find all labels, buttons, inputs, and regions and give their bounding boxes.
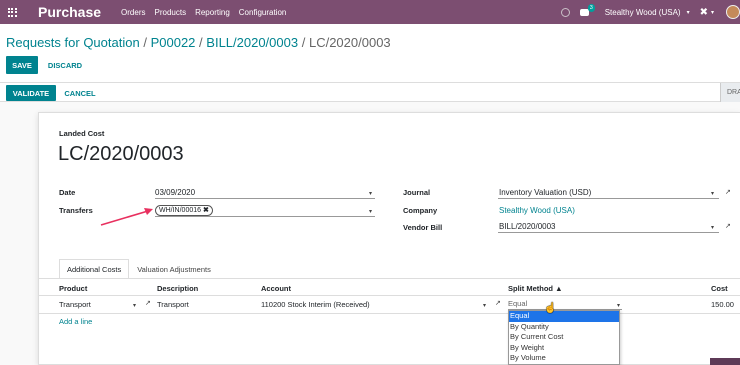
table-row-divider xyxy=(39,313,740,314)
breadcrumb-current: LC/2020/0003 xyxy=(308,35,391,50)
user-avatar[interactable] xyxy=(726,5,740,19)
close-icon[interactable]: ✖ xyxy=(203,206,209,215)
chevron-down-icon: ▾ xyxy=(710,9,714,16)
split-method-options: Equal By Quantity By Current Cost By Wei… xyxy=(508,310,620,365)
app-title[interactable]: Purchase xyxy=(38,4,101,20)
vendor-bill-field[interactable]: BILL/2020/0003 xyxy=(498,221,719,233)
column-header-product[interactable]: Product xyxy=(59,284,87,293)
status-draft[interactable]: DRA xyxy=(720,83,740,102)
transfer-tag[interactable]: WH/IN/00016 ✖ xyxy=(155,205,213,216)
form-statusbar: Validate Cancel DRA xyxy=(0,82,740,102)
tab-valuation-adjustments[interactable]: Valuation Adjustments xyxy=(129,259,219,279)
chevron-down-icon[interactable]: ▾ xyxy=(483,302,486,309)
main-menu: Orders Products Reporting Configuration xyxy=(121,8,286,17)
date-field[interactable]: 03/09/2020 xyxy=(155,187,375,199)
table-header-divider xyxy=(39,295,740,296)
column-header-description[interactable]: Description xyxy=(157,284,198,293)
option-by-quantity[interactable]: By Quantity xyxy=(509,322,619,333)
debug-tools-icon[interactable]: ✖ xyxy=(700,7,708,18)
split-method-select[interactable]: Equal ▾ xyxy=(508,298,622,310)
menu-reporting[interactable]: Reporting xyxy=(195,8,230,17)
breadcrumb-po[interactable]: P00022 xyxy=(151,35,196,50)
form-section-label: Landed Cost xyxy=(59,129,105,138)
hand-cursor-icon: ☝ xyxy=(544,303,557,314)
breadcrumb-separator: / xyxy=(143,35,147,50)
chat-window-tab[interactable] xyxy=(710,358,740,365)
chevron-down-icon: ▾ xyxy=(686,9,690,16)
breadcrumb-bill[interactable]: BILL/2020/0003 xyxy=(206,35,298,50)
top-navbar: Purchase Orders Products Reporting Confi… xyxy=(0,0,740,24)
column-header-cost[interactable]: Cost xyxy=(711,284,728,293)
cancel-button[interactable]: Cancel xyxy=(62,85,98,101)
apps-menu-icon[interactable] xyxy=(0,0,24,24)
option-by-current-cost[interactable]: By Current Cost xyxy=(509,332,619,343)
tab-additional-costs[interactable]: Additional Costs xyxy=(59,259,130,279)
notebook-tabs: Additional Costs Valuation Adjustments xyxy=(59,259,219,279)
chevron-down-icon[interactable]: ▾ xyxy=(711,190,714,197)
company-value[interactable]: Stealthy Wood (USA) xyxy=(499,206,575,215)
option-by-volume[interactable]: By Volume xyxy=(509,353,619,364)
save-button[interactable]: Save xyxy=(6,56,38,74)
vendor-bill-value: BILL/2020/0003 xyxy=(499,222,556,231)
row-product-value[interactable]: Transport xyxy=(59,300,91,309)
annotation-arrow-icon xyxy=(100,208,153,226)
transfer-tag-label: WH/IN/00016 xyxy=(159,207,202,214)
breadcrumb: Requests for Quotation / P00022 / BILL/2… xyxy=(6,35,391,50)
external-link-icon[interactable]: ↗ xyxy=(725,188,731,196)
validate-button[interactable]: Validate xyxy=(6,85,56,101)
transfers-label: Transfers xyxy=(59,206,93,215)
menu-configuration[interactable]: Configuration xyxy=(239,8,287,17)
chat-count-badge: 3 xyxy=(587,3,595,12)
navbar-systray: 3 Stealthy Wood (USA) ▾ ✖ ▾ xyxy=(560,0,740,24)
option-by-weight[interactable]: By Weight xyxy=(509,343,619,354)
journal-label: Journal xyxy=(403,188,431,197)
company-label: Company xyxy=(403,206,438,215)
row-cost-value[interactable]: 150.00 xyxy=(711,300,734,309)
journal-value: Inventory Valuation (USD) xyxy=(499,188,592,197)
journal-field[interactable]: Inventory Valuation (USD) xyxy=(498,187,719,199)
breadcrumb-separator: / xyxy=(199,35,203,50)
breadcrumb-rfq[interactable]: Requests for Quotation xyxy=(6,35,140,50)
messaging-menu[interactable]: 3 xyxy=(579,3,595,16)
external-link-icon[interactable]: ↗ xyxy=(145,299,151,307)
activity-clock-icon[interactable] xyxy=(560,7,570,17)
tabs-divider xyxy=(39,278,740,279)
column-header-account[interactable]: Account xyxy=(261,284,291,293)
split-method-current: Equal xyxy=(508,299,528,308)
breadcrumb-separator: / xyxy=(301,35,306,50)
form-sheet: Landed Cost LC/2020/0003 Date 03/09/2020… xyxy=(38,112,740,365)
date-value: 03/09/2020 xyxy=(155,188,196,197)
date-label: Date xyxy=(59,188,76,197)
column-header-split-method[interactable]: Split Method ▲ xyxy=(508,284,563,293)
add-line-link[interactable]: Add a line xyxy=(59,317,92,326)
row-account-value[interactable]: 110200 Stock Interim (Received) xyxy=(261,300,370,309)
row-description-value[interactable]: Transport xyxy=(157,300,189,309)
company-switcher[interactable]: Stealthy Wood (USA) xyxy=(605,8,681,17)
record-name: LC/2020/0003 xyxy=(58,143,184,165)
discard-button[interactable]: Discard xyxy=(44,56,86,74)
menu-products[interactable]: Products xyxy=(155,8,187,17)
chevron-down-icon[interactable]: ▾ xyxy=(133,302,136,309)
external-link-icon[interactable]: ↗ xyxy=(495,299,501,307)
menu-orders[interactable]: Orders xyxy=(121,8,145,17)
chevron-down-icon[interactable]: ▾ xyxy=(369,208,372,215)
chevron-down-icon[interactable]: ▾ xyxy=(369,190,372,197)
option-equal[interactable]: Equal xyxy=(509,311,619,322)
chevron-down-icon[interactable]: ▾ xyxy=(711,224,714,231)
vendor-bill-label: Vendor Bill xyxy=(403,223,443,232)
external-link-icon[interactable]: ↗ xyxy=(725,222,731,230)
